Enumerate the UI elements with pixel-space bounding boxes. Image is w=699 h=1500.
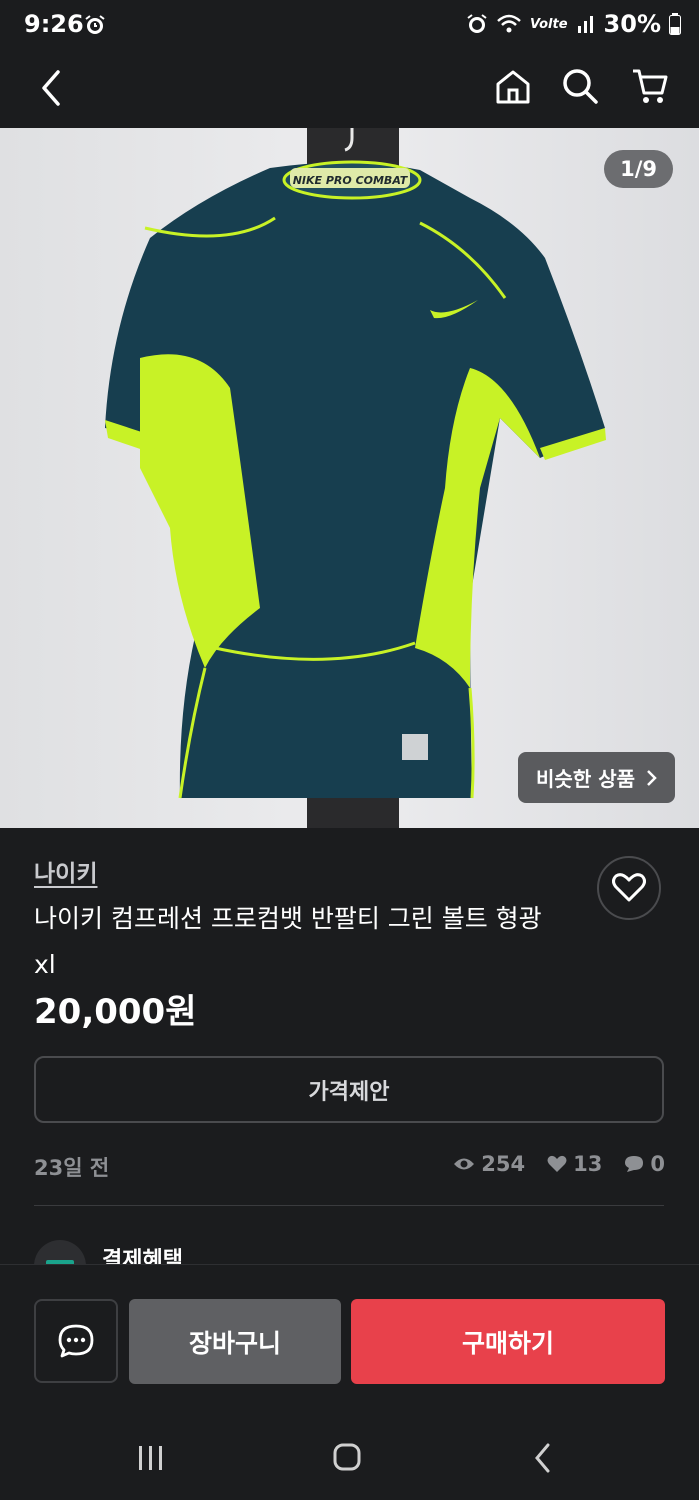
clock: 9:26 bbox=[24, 10, 84, 38]
similar-products-button[interactable]: 비슷한 상품 bbox=[518, 752, 675, 803]
shirt-photo: NIKE PRO COMBAT bbox=[0, 128, 699, 828]
alarm-icon bbox=[85, 15, 105, 34]
collar-tag-text: NIKE PRO COMBAT bbox=[293, 174, 409, 187]
network-label: Volte bbox=[530, 16, 568, 32]
divider bbox=[34, 1205, 664, 1206]
home-icon[interactable] bbox=[494, 68, 532, 106]
cart-icon[interactable] bbox=[630, 66, 670, 106]
product-image[interactable]: NIKE PRO COMBAT bbox=[0, 128, 699, 828]
back-nav-icon[interactable] bbox=[532, 1442, 554, 1474]
price-offer-button[interactable]: 가격제안 bbox=[34, 1056, 664, 1123]
status-right: Volte 30% bbox=[466, 10, 681, 38]
product-title: 나이키 컴프레션 프로컴뱃 반팔티 그린 볼트 형광 xl bbox=[34, 904, 542, 979]
chat-icon bbox=[58, 1324, 94, 1358]
battery-percent: 30% bbox=[603, 10, 661, 38]
add-to-cart-button[interactable]: 장바구니 bbox=[129, 1299, 341, 1384]
back-icon[interactable] bbox=[38, 68, 66, 108]
image-pager: 1/9 bbox=[604, 150, 673, 188]
posted-time: 23일 전 bbox=[34, 1156, 110, 1180]
top-nav bbox=[0, 52, 699, 128]
chat-count: 0 bbox=[650, 1152, 665, 1176]
home-nav-icon[interactable] bbox=[332, 1442, 362, 1472]
heart-filled-icon bbox=[547, 1155, 567, 1172]
signal-icon bbox=[577, 16, 593, 33]
alarm-icon bbox=[467, 14, 487, 33]
payment-benefit-label: 결제혜택 bbox=[102, 1248, 183, 1264]
buy-now-button[interactable]: 구매하기 bbox=[351, 1299, 665, 1384]
like-button[interactable] bbox=[597, 856, 661, 920]
card-icon bbox=[34, 1240, 86, 1264]
brand-link[interactable]: 나이키 bbox=[34, 854, 97, 888]
status-bar: 9:26 Volte 30% bbox=[0, 0, 699, 52]
search-icon[interactable] bbox=[560, 66, 600, 106]
similar-products-label: 비슷한 상품 bbox=[536, 767, 635, 791]
view-count: 254 bbox=[481, 1152, 526, 1176]
recent-apps-icon[interactable] bbox=[136, 1444, 166, 1472]
chevron-right-icon bbox=[647, 769, 657, 786]
heart-icon bbox=[612, 873, 646, 902]
wifi-icon bbox=[497, 14, 521, 33]
chat-bubble-icon bbox=[625, 1156, 644, 1172]
chat-button[interactable] bbox=[34, 1299, 118, 1383]
system-nav-bar bbox=[0, 1404, 699, 1500]
payment-benefit-row[interactable]: 결제혜택 bbox=[0, 1228, 699, 1264]
eye-icon bbox=[454, 1158, 475, 1170]
product-price: 20,000원 bbox=[34, 992, 197, 1032]
like-count: 13 bbox=[573, 1152, 603, 1176]
product-stats: 254 13 0 bbox=[453, 1152, 665, 1176]
battery-icon bbox=[669, 13, 681, 35]
